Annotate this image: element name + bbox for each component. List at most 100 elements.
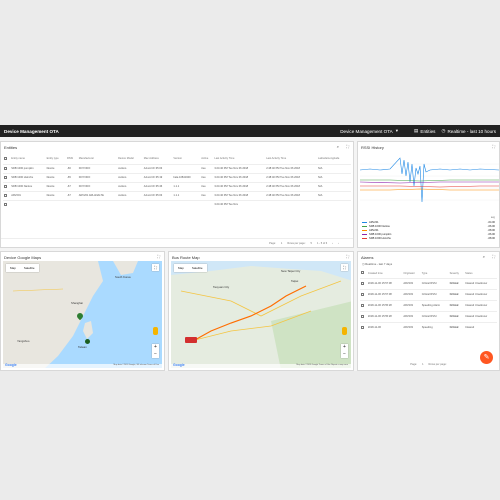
table-cell: ARV201 xyxy=(10,190,46,200)
column-header[interactable]: Created time xyxy=(367,269,403,278)
column-header[interactable]: Entity name xyxy=(10,154,45,164)
table-cell: 3:24:40 PM Tue Nov 06 2018 xyxy=(213,172,266,182)
table-row[interactable]: ARV201 Device -67 ARV201 ARLANALTE cuckoo A4:… xyxy=(3,190,351,200)
table-cell: true xyxy=(200,190,214,200)
legend-item[interactable]: ARV201 -68.00 xyxy=(362,228,495,232)
bus-map-canvas[interactable]: Map Satellite ⛶ Taoyuan City New Taipei … xyxy=(171,261,351,368)
row-checkbox[interactable] xyxy=(3,172,11,182)
page-select[interactable]: 1 xyxy=(422,363,423,366)
row-checkbox[interactable] xyxy=(360,288,367,300)
legend-item[interactable]: ARV201 -64.00 xyxy=(362,220,495,224)
severity-badge: Critical xyxy=(448,277,465,289)
row-checkbox[interactable] xyxy=(360,299,367,311)
timewindow-button[interactable]: ◷ Realtime - last 10 hours xyxy=(441,128,496,134)
column-header[interactable]: Last Activity Time xyxy=(213,154,265,164)
table-cell: Device xyxy=(45,163,67,173)
table-cell: -66 xyxy=(66,163,78,173)
row-checkbox[interactable] xyxy=(360,321,367,333)
table-cell: 1.1.1 xyxy=(172,190,201,200)
table-cell xyxy=(172,199,201,209)
table-cell: A4:eA:CF:35:03 xyxy=(142,163,173,173)
tab-satellite[interactable]: Satellite xyxy=(188,264,207,272)
range-label: 1 - 5 of 6 xyxy=(317,241,328,245)
table-cell: Critical RSSI xyxy=(420,277,449,289)
table-cell xyxy=(10,199,46,209)
bus-route-panel: Bus Route Map ⛶ Map Satellite ⛶ Taoyuan … xyxy=(168,251,354,371)
zoom-out-icon[interactable]: − xyxy=(341,351,348,358)
column-header[interactable]: Active xyxy=(200,154,213,164)
table-cell: cuckoo xyxy=(117,190,143,200)
column-header[interactable]: Severity xyxy=(449,269,465,278)
row-checkbox[interactable] xyxy=(360,310,367,322)
table-cell: 2:48:40 PM Tue Nov 06 2018 xyxy=(265,163,318,173)
search-icon[interactable]: ⌕ xyxy=(337,144,339,149)
row-checkbox[interactable] xyxy=(3,163,11,173)
column-header[interactable]: Status xyxy=(464,269,497,278)
map-label-new-taipei: New Taipei City xyxy=(281,269,301,273)
table-cell xyxy=(200,199,214,209)
add-button[interactable]: ✎ xyxy=(480,351,493,364)
legend-swatch xyxy=(362,221,367,223)
pegman-icon[interactable] xyxy=(153,327,158,335)
column-header[interactable]: Mac Address xyxy=(143,154,173,164)
entities-button[interactable]: ▤ Entities xyxy=(414,128,435,134)
row-checkbox[interactable] xyxy=(3,181,11,191)
table-row[interactable]: SDB 1000 Hsinchu Device -65 DOYODO cuckoo A4:… xyxy=(3,172,351,182)
legend-swatch xyxy=(362,225,367,227)
google-map-canvas[interactable]: Map Satellite ⛶ South Korea Shanghai Tai… xyxy=(3,261,162,368)
column-header[interactable]: Type xyxy=(421,269,449,278)
column-header[interactable]: Manufacturer xyxy=(78,154,117,164)
map-fullscreen-icon[interactable]: ⛶ xyxy=(341,264,348,271)
table-row[interactable]: 2018-11-06 15:57:08 ARV203 Critical RSSI Cr… xyxy=(360,277,497,289)
tab-map[interactable]: Map xyxy=(6,264,20,272)
tab-satellite[interactable]: Satellite xyxy=(20,264,39,272)
dashboard-selector[interactable]: Device Management OTA ▾ xyxy=(340,128,398,134)
table-cell: DOYODO xyxy=(77,163,118,173)
column-header[interactable]: Latitude/Longitude xyxy=(317,154,351,164)
select-all-checkbox[interactable] xyxy=(3,154,10,164)
map-type-tabs: Map Satellite xyxy=(174,264,207,272)
fullscreen-icon[interactable]: ⛶ xyxy=(157,254,160,259)
rows-select[interactable]: 5 xyxy=(311,242,312,245)
table-row[interactable]: SDB 1000 pumpkin Device -66 DOYODO cuckoo A4:… xyxy=(3,163,351,173)
table-row[interactable]: 3:24:40 PM Tue Nov xyxy=(3,199,351,209)
next-page-icon[interactable]: › xyxy=(338,242,339,245)
column-header[interactable]: Version xyxy=(172,154,200,164)
column-header[interactable]: Last Activity Time xyxy=(265,154,317,164)
table-row[interactable]: 2018-11-06 15:55:28 ARV203 Critical RSSI Cr… xyxy=(360,310,497,322)
table-row[interactable]: SDB 1000 Nantou Device -67 DOYODO cuckoo A4:e… xyxy=(3,181,351,191)
fullscreen-icon[interactable]: ⛶ xyxy=(346,254,349,259)
column-header[interactable]: Originator xyxy=(402,269,420,278)
legend-item[interactable]: SDB 1000 Nantou -66.00 xyxy=(362,224,495,228)
select-all-checkbox[interactable] xyxy=(360,269,367,278)
device-marker-icon[interactable] xyxy=(85,339,90,344)
zoom-in-icon[interactable]: + xyxy=(341,344,348,351)
column-header[interactable]: Device Model xyxy=(117,154,143,164)
legend-item[interactable]: SDB 1000 pumpkin -66.00 xyxy=(362,232,495,236)
row-checkbox[interactable] xyxy=(3,199,11,209)
zoom-out-icon[interactable]: − xyxy=(152,351,159,358)
fullscreen-icon[interactable]: ⛶ xyxy=(492,254,495,259)
search-icon[interactable]: ⌕ xyxy=(483,254,485,259)
table-row[interactable]: 2018-11-06 15:55:28 ARV203 Speeding Alarm C… xyxy=(360,299,497,311)
pegman-icon[interactable] xyxy=(342,327,347,335)
prev-page-icon[interactable]: ‹ xyxy=(332,242,333,245)
table-cell: -67 xyxy=(66,190,78,200)
fullscreen-icon[interactable]: ⛶ xyxy=(492,144,495,149)
table-row[interactable]: 2018-11-06 15:57:08 ARV203 Critical RSSI Cr… xyxy=(360,288,497,300)
table-cell: Cleared xyxy=(464,321,497,333)
tab-map[interactable]: Map xyxy=(174,264,188,272)
row-checkbox[interactable] xyxy=(360,277,367,289)
page-select[interactable]: 1 xyxy=(281,242,282,245)
fullscreen-icon[interactable]: ⛶ xyxy=(346,144,349,149)
column-header[interactable]: RSSI xyxy=(66,154,78,164)
table-row[interactable]: 2018-11-06 ARV203 Speeding Critical Cleared xyxy=(360,321,497,333)
table-cell xyxy=(265,199,318,209)
alarms-timewindow[interactable]: ◷ Realtime - last 7 days xyxy=(362,262,392,266)
bus-icon[interactable] xyxy=(185,337,197,343)
map-fullscreen-icon[interactable]: ⛶ xyxy=(152,264,159,271)
row-checkbox[interactable] xyxy=(3,190,11,200)
zoom-in-icon[interactable]: + xyxy=(152,344,159,351)
legend-item[interactable]: SDB 1000 Hsinchu -68.00 xyxy=(362,236,495,240)
column-header[interactable]: Entity type xyxy=(46,154,66,164)
